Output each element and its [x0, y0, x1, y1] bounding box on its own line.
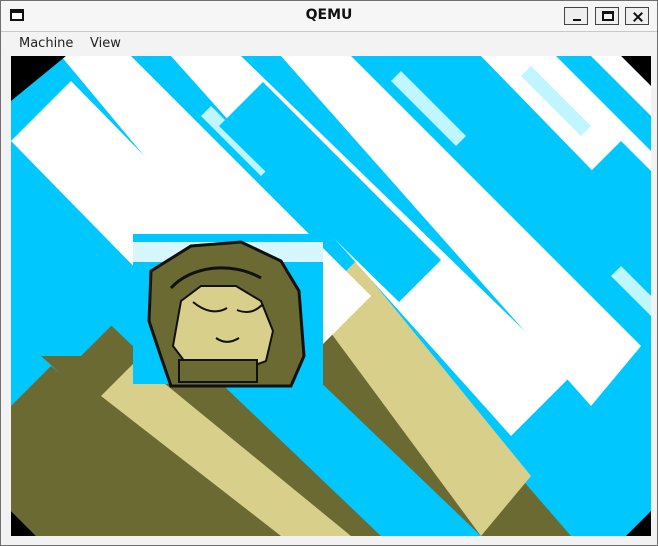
window-title: QEMU: [305, 7, 353, 23]
maximize-icon: [596, 8, 618, 24]
guest-screen-graphic: [11, 56, 651, 536]
close-button[interactable]: [625, 7, 649, 25]
qemu-window: QEMU Machine View: [0, 0, 658, 546]
minimize-icon: [565, 8, 587, 24]
minimize-button[interactable]: [564, 7, 588, 25]
menu-bar: Machine View: [1, 32, 657, 55]
guest-display[interactable]: [11, 56, 651, 536]
title-bar[interactable]: QEMU: [1, 1, 657, 32]
maximize-button[interactable]: [595, 7, 619, 25]
close-icon: [626, 8, 648, 24]
menu-machine[interactable]: Machine: [19, 36, 73, 51]
menu-view[interactable]: View: [90, 36, 121, 51]
